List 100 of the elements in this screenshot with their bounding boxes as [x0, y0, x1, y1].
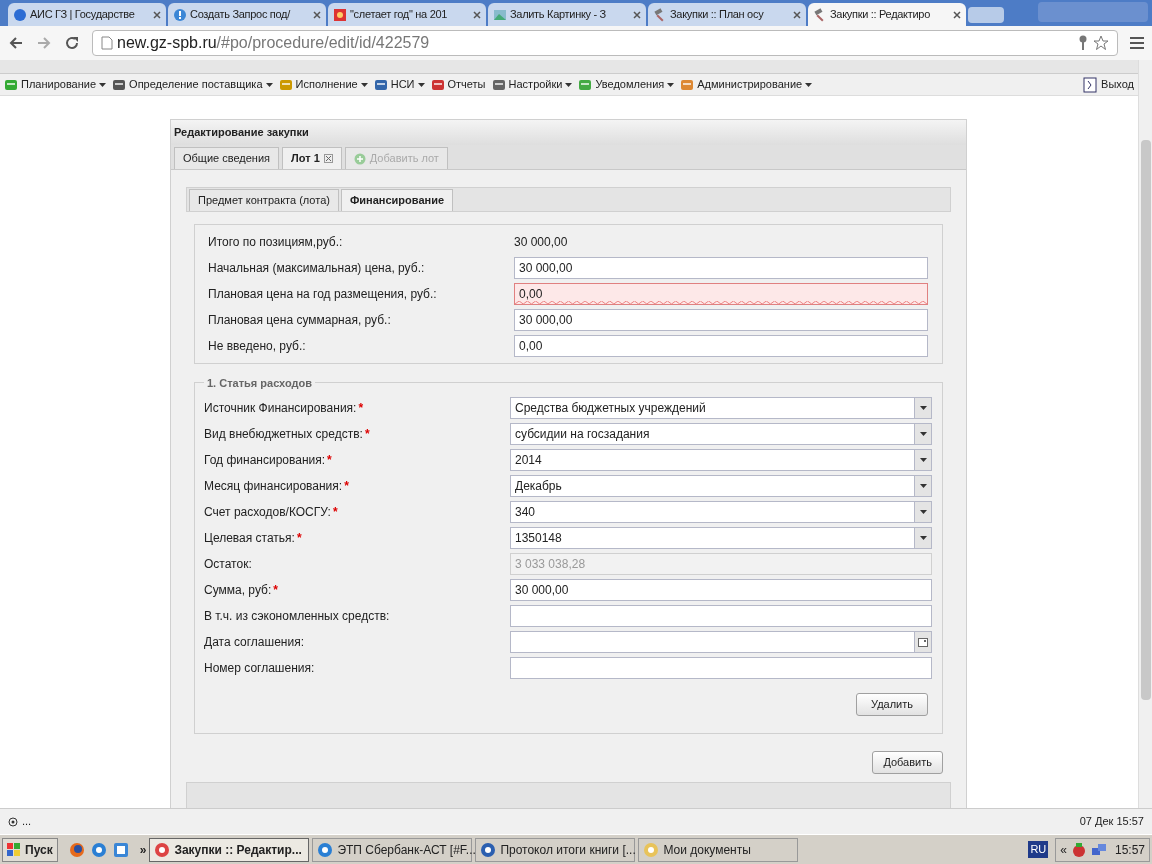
input-field[interactable]: 0,00 [514, 283, 928, 305]
field-label: Начальная (максимальная) цена, руб.: [208, 260, 426, 277]
menu-item[interactable]: Планирование [4, 76, 107, 93]
field-label: Год финансирования: * [204, 452, 333, 469]
caret-icon [919, 432, 927, 436]
image-icon [493, 7, 507, 22]
caret-icon [360, 82, 368, 87]
tab[interactable]: Финансирование [340, 189, 454, 211]
menu-item[interactable]: Отчеты [430, 76, 486, 93]
field-label: Вид внебюджетных средств: * [204, 426, 371, 443]
field-label: Счет расходов/КОСГУ: * [204, 504, 339, 521]
scrollbar[interactable] [1138, 60, 1152, 808]
browser-icon[interactable] [90, 841, 107, 858]
field-label: Месяц финансирования: * [204, 478, 350, 495]
tab[interactable]: Предмет контракта (лота) [189, 189, 339, 211]
tab[interactable]: Общие сведения [174, 147, 280, 169]
browser-tab[interactable]: "слетает год" на 201 [328, 3, 486, 26]
input-field[interactable]: 30 000,00 [514, 309, 928, 331]
taskbar-button[interactable]: ЭТП Сбербанк-АСТ [#F... [312, 837, 473, 862]
field-label: Номер соглашения: [204, 660, 316, 677]
input-field[interactable] [510, 605, 932, 627]
field-label: Дата соглашения: [204, 634, 305, 651]
app-icon [480, 841, 497, 858]
menu-item[interactable]: Настройки [491, 76, 573, 93]
input-field[interactable]: 30 000,00 [510, 579, 932, 601]
browser-tab[interactable]: Закупки :: Редактиро [808, 3, 966, 26]
date-field[interactable] [510, 631, 932, 653]
browser-tab[interactable]: Залить Картинку - З [488, 3, 646, 26]
close-icon[interactable] [633, 10, 641, 19]
caret-icon [99, 82, 107, 87]
browser-tab[interactable]: Закупки :: План осу [648, 3, 806, 26]
close-icon[interactable] [153, 10, 161, 19]
dropdown-field[interactable]: 1350148 [510, 527, 932, 549]
reload-icon[interactable] [64, 35, 80, 51]
caret-icon [417, 82, 425, 87]
tray-icon[interactable] [1070, 841, 1087, 858]
menu-item[interactable]: НСИ [373, 76, 425, 93]
dropdown-field[interactable]: Средства бюджетных учреждений [510, 397, 932, 419]
browser-tab[interactable]: АИС ГЗ | Государстве [8, 3, 166, 26]
field-label: Плановая цена на год размещения, руб.: [208, 286, 438, 303]
calendar-icon [918, 637, 928, 647]
input-field[interactable]: 0,00 [514, 335, 928, 357]
field-label: Остаток: [204, 556, 253, 573]
address-bar[interactable]: new.gz-spb.ru/#po/procedure/edit/id/422579 [92, 30, 1118, 56]
close-icon[interactable] [793, 10, 801, 19]
network-icon[interactable] [1090, 841, 1107, 858]
menu-item[interactable]: Исполнение [278, 76, 368, 93]
menu-item[interactable]: Определение поставщика [112, 76, 273, 93]
page-icon [101, 36, 113, 50]
delete-button[interactable]: Удалить [856, 693, 928, 716]
exit-icon [1083, 76, 1098, 93]
field-label: Не введено, руб.: [208, 338, 307, 355]
taskbar-button[interactable]: Протокол итоги книги [... [475, 837, 636, 862]
caret-icon [919, 536, 927, 540]
dropdown-field[interactable]: Декабрь [510, 475, 932, 497]
app-icon [317, 841, 334, 858]
caret-icon [919, 510, 927, 514]
close-icon[interactable] [323, 154, 333, 163]
logout-link[interactable]: Выход [1083, 76, 1134, 93]
app-icon[interactable] [112, 841, 129, 858]
windows-logo-icon [7, 842, 21, 857]
dropdown-field[interactable]: 340 [510, 501, 932, 523]
taskbar-button[interactable]: Закупки :: Редактир... [149, 837, 310, 862]
close-icon[interactable] [313, 10, 321, 19]
tray-expand-button[interactable]: « [1060, 840, 1067, 859]
clock: 15:57 [1114, 841, 1145, 859]
add-button[interactable]: Добавить [872, 751, 943, 774]
star-icon[interactable] [1093, 35, 1109, 51]
menu-item[interactable]: Администрирование [680, 76, 813, 93]
menu-item[interactable]: Уведомления [578, 76, 675, 93]
field-label: Плановая цена суммарная, руб.: [208, 312, 392, 329]
taskbar-button[interactable]: Мои документы [638, 837, 799, 862]
status-text: ... [22, 814, 32, 830]
tab[interactable]: Лот 1 [282, 147, 342, 169]
browser-icon[interactable] [68, 841, 85, 858]
status-time: 07 Дек 15:57 [1079, 814, 1144, 830]
browser-tab[interactable]: Создать Запрос под/ [168, 3, 326, 26]
start-button[interactable]: Пуск [2, 837, 58, 862]
dropdown-field[interactable]: субсидии на госзадания [510, 423, 932, 445]
plus-icon [353, 152, 366, 165]
field-label: Источник Финансирования: * [204, 400, 365, 417]
panel-title: Редактирование закупки [171, 120, 966, 145]
back-icon[interactable] [8, 35, 24, 51]
more-button[interactable]: » [139, 840, 147, 859]
caret-icon [919, 484, 927, 488]
field-label: Целевая статья: * [204, 530, 303, 547]
dropdown-field[interactable]: 2014 [510, 449, 932, 471]
close-icon[interactable] [473, 10, 481, 19]
language-indicator[interactable]: RU [1028, 841, 1049, 858]
flag-icon [333, 7, 347, 22]
total-value: 30 000,00 [514, 234, 569, 251]
input-field[interactable] [510, 657, 932, 679]
field-label: В т.ч. из сэкономленных средств: [204, 608, 391, 625]
help-icon [173, 7, 187, 22]
caret-icon [667, 82, 675, 87]
input-field[interactable]: 30 000,00 [514, 257, 928, 279]
close-icon[interactable] [953, 10, 961, 19]
caret-icon [565, 82, 573, 87]
caret-icon [919, 458, 927, 462]
key-icon[interactable] [1077, 35, 1089, 51]
